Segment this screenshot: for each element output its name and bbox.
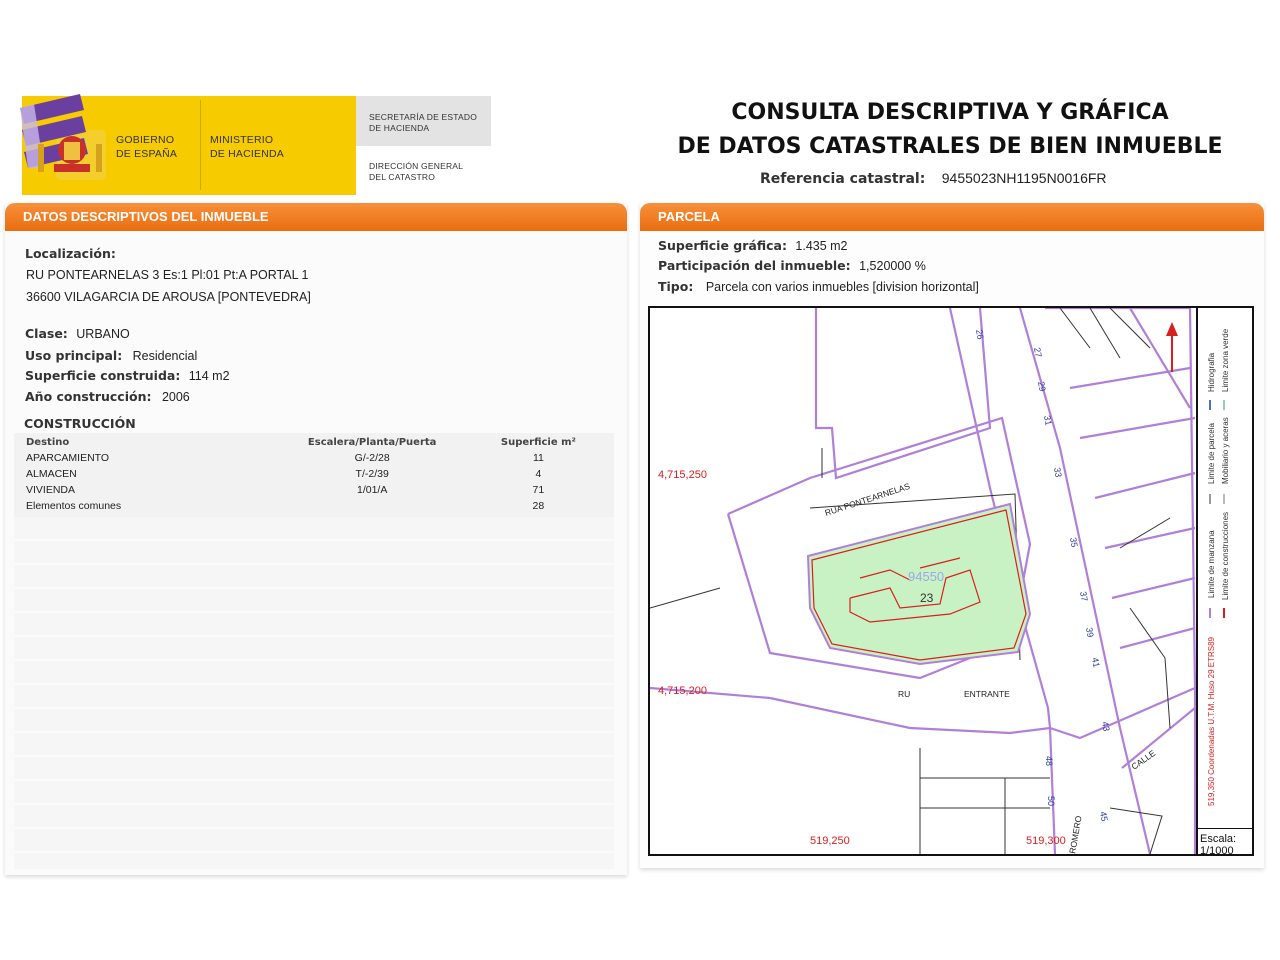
table-header-row: Destino Escalera/Planta/Puerta Superfici… [24,435,604,450]
legend-coords: 519,350 Coordenadas U.T.M. Huso 29 ETRS8… [1207,636,1216,806]
sup-grafica-value: 1.435 m2 [795,239,848,253]
cell-epp: 1/01/A [357,484,388,496]
parcela-header: PARCELA [640,203,1264,231]
house-number: 29 [1036,381,1048,393]
ministerio-label: MINISTERIO DE HACIENDA [210,134,284,160]
cell-destino: ALMACEN [26,468,77,480]
cell-sup: 4 [535,468,542,480]
cadastral-map[interactable]: 94550 23 4,715,250 4,715,200 519,250 519… [648,306,1254,856]
cell-destino: APARCAMIENTO [26,452,110,464]
tipo-field: Tipo: Parcela con varios inmuebles [divi… [658,278,979,296]
street-entrante: ENTRANTE [964,689,1010,699]
clase-value: URBANO [76,327,130,341]
participacion-label: Participación del inmueble: [658,258,851,273]
house-number: 27 [1032,347,1044,359]
address-line2: 36600 VILAGARCIA DE AROUSA [PONTEVEDRA] [26,290,311,304]
uso-label: Uso principal: [25,348,123,363]
legend-hidrografia: Hidrografia [1207,352,1216,392]
participacion-field: Participación del inmueble: 1,520000 % [658,257,926,275]
legend-mobiliario: Mobiliario y aceras [1221,417,1230,484]
col-superficie: Superficie m² [500,437,576,448]
anio-value: 2006 [161,390,190,404]
legend-construcciones: Limite de construcciones [1221,512,1230,600]
house-number: 48 [1044,756,1054,766]
anio-field: Año construcción: 2006 [25,388,190,406]
cell-sup: 71 [532,484,545,496]
legend-manzana: Limite de manzana [1207,530,1216,598]
superficie-value: 114 m2 [188,369,230,383]
clase-label: Clase: [25,326,68,341]
house-number: 26 [974,329,986,341]
table-row: APARCAMIENTO G/-2/28 11 [24,450,604,466]
construccion-title: CONSTRUCCIÓN [24,416,136,431]
house-number: 43 [1100,721,1112,733]
superficie-field: Superficie construida: 114 m2 [25,367,230,385]
coord-y-bottom: 4,715,200 [658,685,707,697]
page-title: CONSULTA DESCRIPTIVA Y GRÁFICA DE DATOS … [677,100,1223,159]
cell-epp [272,498,473,514]
construccion-table: Destino Escalera/Planta/Puerta Superfici… [24,435,604,514]
ref-label: Referencia catastral: [760,171,926,187]
table-row: VIVIENDA 1/01/A 71 [24,482,604,498]
street-romero: ROMERO [1067,815,1084,854]
clase-field: Clase: URBANO [25,325,130,343]
coord-y-top: 4,715,250 [658,469,707,481]
house-number: 37 [1078,591,1090,603]
col-destino: Destino [26,437,70,448]
sup-grafica-label: Superficie gráfica: [658,238,787,253]
uso-field: Uso principal: Residencial [25,347,197,365]
datos-descriptivos-header: DATOS DESCRIPTIVOS DEL INMUEBLE [5,203,627,231]
house-number: 33 [1052,467,1064,479]
parcel-num: 23 [920,591,934,605]
house-number: 41 [1090,657,1102,669]
coord-x-left: 519,250 [810,835,850,847]
house-number: 39 [1084,627,1096,639]
scale-value: 1/1000 [1200,845,1234,857]
table-row: Elementos comunes 28 [24,498,604,514]
address-line1: RU PONTEARNELAS 3 Es:1 Pl:01 Pt:A PORTAL… [26,268,309,282]
table-row: ALMACEN T/-2/39 4 [24,466,604,482]
localizacion-label: Localización: [25,246,116,261]
cell-destino: VIVIENDA [26,484,76,496]
street-ru: RU [898,689,910,699]
map-drawing: 94550 23 4,715,250 4,715,200 519,250 519… [650,308,1197,854]
parcel-id: 94550 [908,569,944,584]
anio-label: Año construcción: [25,389,152,404]
house-number: 31 [1042,415,1054,427]
tipo-value: Parcela con varios inmuebles [division h… [705,280,979,294]
north-arrow-icon [1166,322,1178,372]
sup-grafica-field: Superficie gráfica: 1.435 m2 [658,237,848,255]
map-legend: Limite de manzana Limite de parcela Hidr… [1198,308,1252,828]
tipo-label: Tipo: [658,279,694,294]
gobierno-label: GOBIERNO DE ESPAÑA [116,134,178,160]
cell-epp: G/-2/28 [354,452,390,464]
street-top: RUA PONTEARNELAS [824,481,912,518]
secretaria-label: SECRETARÍA DE ESTADO DE HACIENDA [369,112,478,133]
house-number: 45 [1098,811,1110,823]
legend-zona-verde: Limite zona verde [1221,328,1230,392]
coord-x-right: 519,300 [1026,835,1066,847]
participacion-value: 1,520000 % [859,259,926,273]
scale-label: Escala: [1198,828,1254,845]
table-empty-rows [14,517,614,869]
referencia-catastral: Referencia catastral: 9455023NH1195N0016… [760,170,1107,188]
coat-of-arms-icon [14,90,110,186]
ref-value: 9455023NH1195N0016FR [941,170,1107,186]
logo-divider [200,100,201,190]
house-number: 35 [1068,537,1080,549]
uso-value: Residencial [132,349,198,363]
cell-destino: Elementos comunes [26,500,122,512]
superficie-label: Superficie construida: [25,368,181,383]
legend-separator [1196,306,1198,856]
cell-sup: 28 [532,500,545,512]
col-epp: Escalera/Planta/Puerta [307,437,437,448]
cell-epp: T/-2/39 [355,468,389,480]
cell-sup: 11 [532,452,544,464]
direccion-label: DIRECCIÓN GENERAL DEL CATASTRO [369,161,464,182]
house-number: 50 [1046,796,1056,806]
legend-parcela: Limite de parcela [1207,423,1216,484]
scale-box: Escala: 1/1000 [1198,828,1254,857]
